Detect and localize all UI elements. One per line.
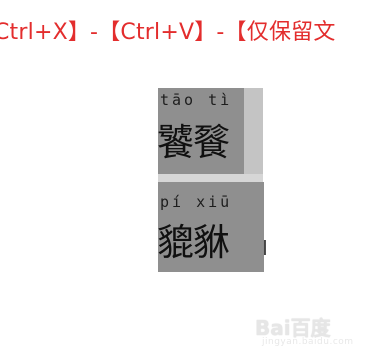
hanzi-taoti[interactable]: 饕餮	[157, 112, 230, 166]
hanzi-pixiu[interactable]: 貔貅	[157, 212, 230, 266]
pinyin-annotation-taoti[interactable]: tāo tì	[160, 91, 232, 109]
instruction-text: Ctrl+X】-【Ctrl+V】-【仅保留文	[0, 20, 336, 45]
pinyin-annotation-pixiu[interactable]: pí xiū	[160, 193, 232, 211]
baidu-watermark-url: jingyan.baidu.com	[262, 337, 354, 347]
paragraph-gap	[158, 174, 263, 182]
text-cursor-icon: I	[262, 236, 268, 260]
